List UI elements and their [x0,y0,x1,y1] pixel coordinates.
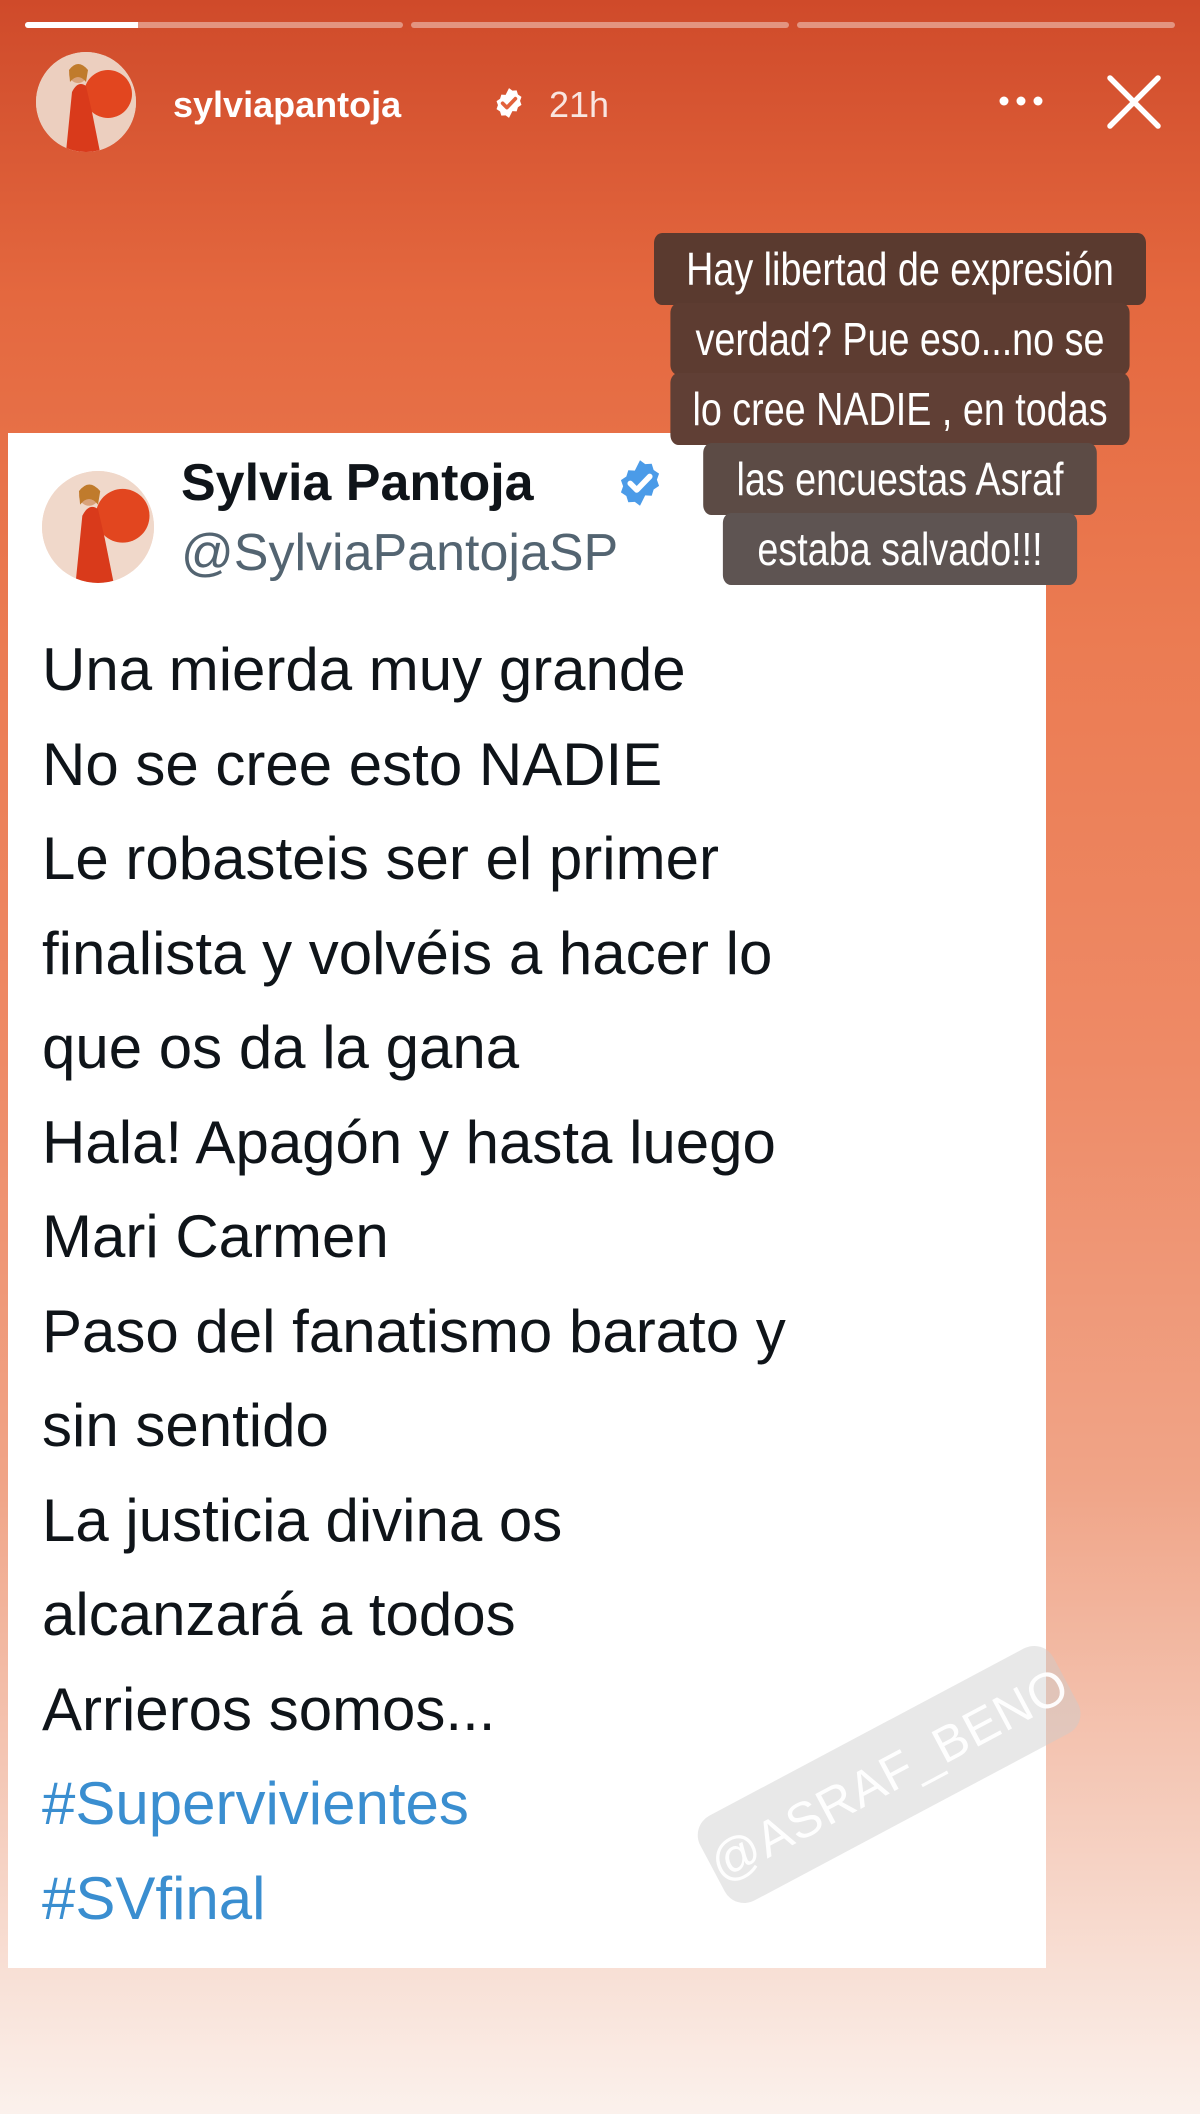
overlay-text-line: las encuestas Asraf [703,443,1097,515]
overlay-text-line: verdad? Pue eso...no se [670,303,1130,375]
tweet-line: Paso del fanatismo barato y [42,1297,786,1365]
progress-segment-1 [25,22,403,28]
overlay-text-line: Hay libertad de expresión [654,233,1146,305]
story-time: 21h [549,84,610,125]
tweet-line: Hala! Apagón y hasta luego [42,1108,776,1176]
tweet-line: Mari Carmen [42,1203,389,1270]
tweet-line: que os da la gana [42,1014,520,1081]
tweet-handle[interactable]: @SylviaPantojaSP [181,523,618,583]
story-text-overlay: Hay libertad de expresión verdad? Pue es… [600,233,1200,613]
tweet-line: sin sentido [42,1392,329,1459]
close-icon[interactable] [1102,70,1166,134]
more-horizontal-icon[interactable] [986,76,1056,126]
overlay-text-line: estaba salvado!!! [722,513,1078,585]
tweet-line: Le robasteis ser el primer [42,825,719,892]
story-progress-bar [25,22,1175,28]
progress-segment-fill [25,22,139,28]
tweet-display-name[interactable]: Sylvia Pantoja [181,453,534,513]
tweet-avatar[interactable] [42,471,154,583]
overlay-text-line: lo cree NADIE , en todas [670,373,1130,445]
story-header: sylviapantoja 21h [36,52,1176,152]
progress-segment-2 [411,22,789,28]
tweet-line: No se cree esto NADIE [42,730,663,798]
verified-badge-icon [496,88,522,118]
tweet-line: La justicia divina os [42,1486,563,1554]
story-avatar[interactable] [36,52,136,152]
story-username[interactable]: sylviapantoja [173,84,401,126]
tweet-line: finalista y volvéis a hacer lo [42,919,773,987]
tweet-line: Una mierda muy grande [42,636,686,703]
progress-segment-3 [797,22,1175,28]
hashtag-link[interactable]: #SVfinal [42,1852,1032,1947]
tweet-line: alcanzará a todos [42,1581,516,1648]
